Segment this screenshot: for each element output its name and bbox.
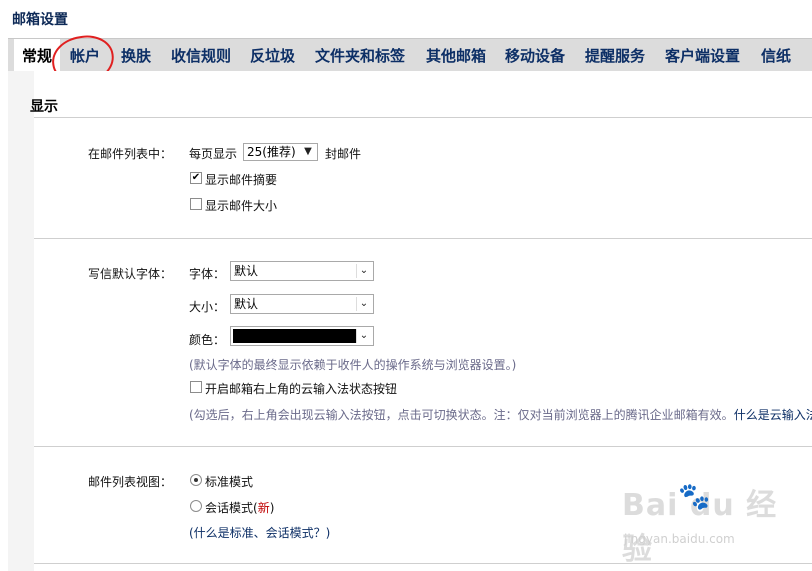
font-size-label: 大小： — [189, 300, 226, 314]
list-view-label: 邮件列表视图： — [88, 475, 173, 489]
show-summary-label: 显示邮件摘要 — [205, 173, 278, 187]
divider — [34, 238, 812, 239]
per-page-value: 25(推荐) — [247, 145, 296, 159]
per-page-suffix: 封邮件 — [325, 147, 362, 161]
settings-tab-bar: 常规 帐户 换肤 收信规则 反垃圾 文件夹和标签 其他邮箱 移动设备 提醒服务 … — [8, 38, 812, 73]
show-summary-checkbox[interactable]: ✔ — [190, 172, 202, 184]
font-size-select[interactable]: 默认 ⌄ — [230, 294, 374, 314]
tab-stationery[interactable]: 信纸 — [761, 39, 791, 72]
tab-other-mailboxes[interactable]: 其他邮箱 — [426, 39, 486, 72]
tab-reminder-service[interactable]: 提醒服务 — [585, 39, 645, 72]
show-size-label: 显示邮件大小 — [205, 199, 278, 213]
ime-toggle-checkbox[interactable] — [190, 381, 202, 393]
tab-skin[interactable]: 换肤 — [121, 39, 151, 72]
conversation-mode-text: 会话模式 — [205, 501, 254, 515]
conversation-mode-label: 会话模式(新) — [205, 501, 275, 515]
paw-icon: 🐾 — [678, 482, 711, 512]
tab-folders-labels[interactable]: 文件夹和标签 — [315, 39, 405, 72]
chevron-down-icon: ⌄ — [356, 264, 371, 278]
page-title: 邮箱设置 — [12, 12, 68, 28]
conversation-mode-radio[interactable] — [190, 500, 202, 512]
tab-mobile-devices[interactable]: 移动设备 — [505, 39, 565, 72]
standard-mode-radio[interactable] — [190, 474, 202, 486]
standard-mode-label: 标准模式 — [205, 475, 254, 489]
new-badge: 新 — [257, 501, 270, 515]
font-family-value: 默认 — [234, 264, 259, 278]
baidu-watermark: 🐾 Bai du 经验 jingyan.baidu.com — [622, 480, 792, 567]
font-color-select[interactable]: ⌄ — [230, 326, 374, 346]
watermark-url: jingyan.baidu.com — [624, 532, 735, 546]
chevron-down-icon: ⌄ — [356, 297, 371, 311]
font-color-label: 颜色： — [189, 333, 226, 347]
font-family-select[interactable]: 默认 ⌄ — [230, 261, 374, 281]
tab-mail-rules[interactable]: 收信规则 — [171, 39, 231, 72]
mail-list-label: 在邮件列表中： — [88, 147, 173, 161]
divider — [34, 446, 812, 447]
per-page-select[interactable]: 25(推荐) ▼ — [243, 143, 318, 161]
font-note: (默认字体的最终显示依赖于收件人的操作系统与浏览器设置。) — [189, 358, 517, 372]
ime-help-link[interactable]: 什么是云输入法 — [734, 408, 812, 422]
divider — [34, 117, 812, 118]
list-view-help-link[interactable]: (什么是标准、会话模式？) — [189, 524, 330, 541]
font-size-value: 默认 — [234, 297, 259, 311]
tab-anti-spam[interactable]: 反垃圾 — [250, 39, 295, 72]
ime-note-text: (勾选后，右上角会出现云输入法按钮，点击可切换状态。注：仅对当前浏览器上的腾讯企… — [189, 408, 734, 422]
font-family-label: 字体： — [189, 267, 226, 281]
section-title-display: 显示 — [30, 99, 58, 115]
ime-toggle-label: 开启邮箱右上角的云输入法状态按钮 — [205, 382, 398, 396]
dropdown-arrow-icon: ▼ — [304, 146, 312, 157]
color-swatch — [233, 329, 357, 343]
ime-note: (勾选后，右上角会出现云输入法按钮，点击可切换状态。注：仅对当前浏览器上的腾讯企… — [189, 406, 812, 423]
show-size-checkbox[interactable] — [190, 198, 202, 210]
chevron-down-icon: ⌄ — [356, 329, 371, 343]
tab-client-settings[interactable]: 客户端设置 — [665, 39, 740, 72]
per-page-prefix: 每页显示 — [189, 147, 238, 161]
default-font-label: 写信默认字体： — [88, 267, 173, 281]
